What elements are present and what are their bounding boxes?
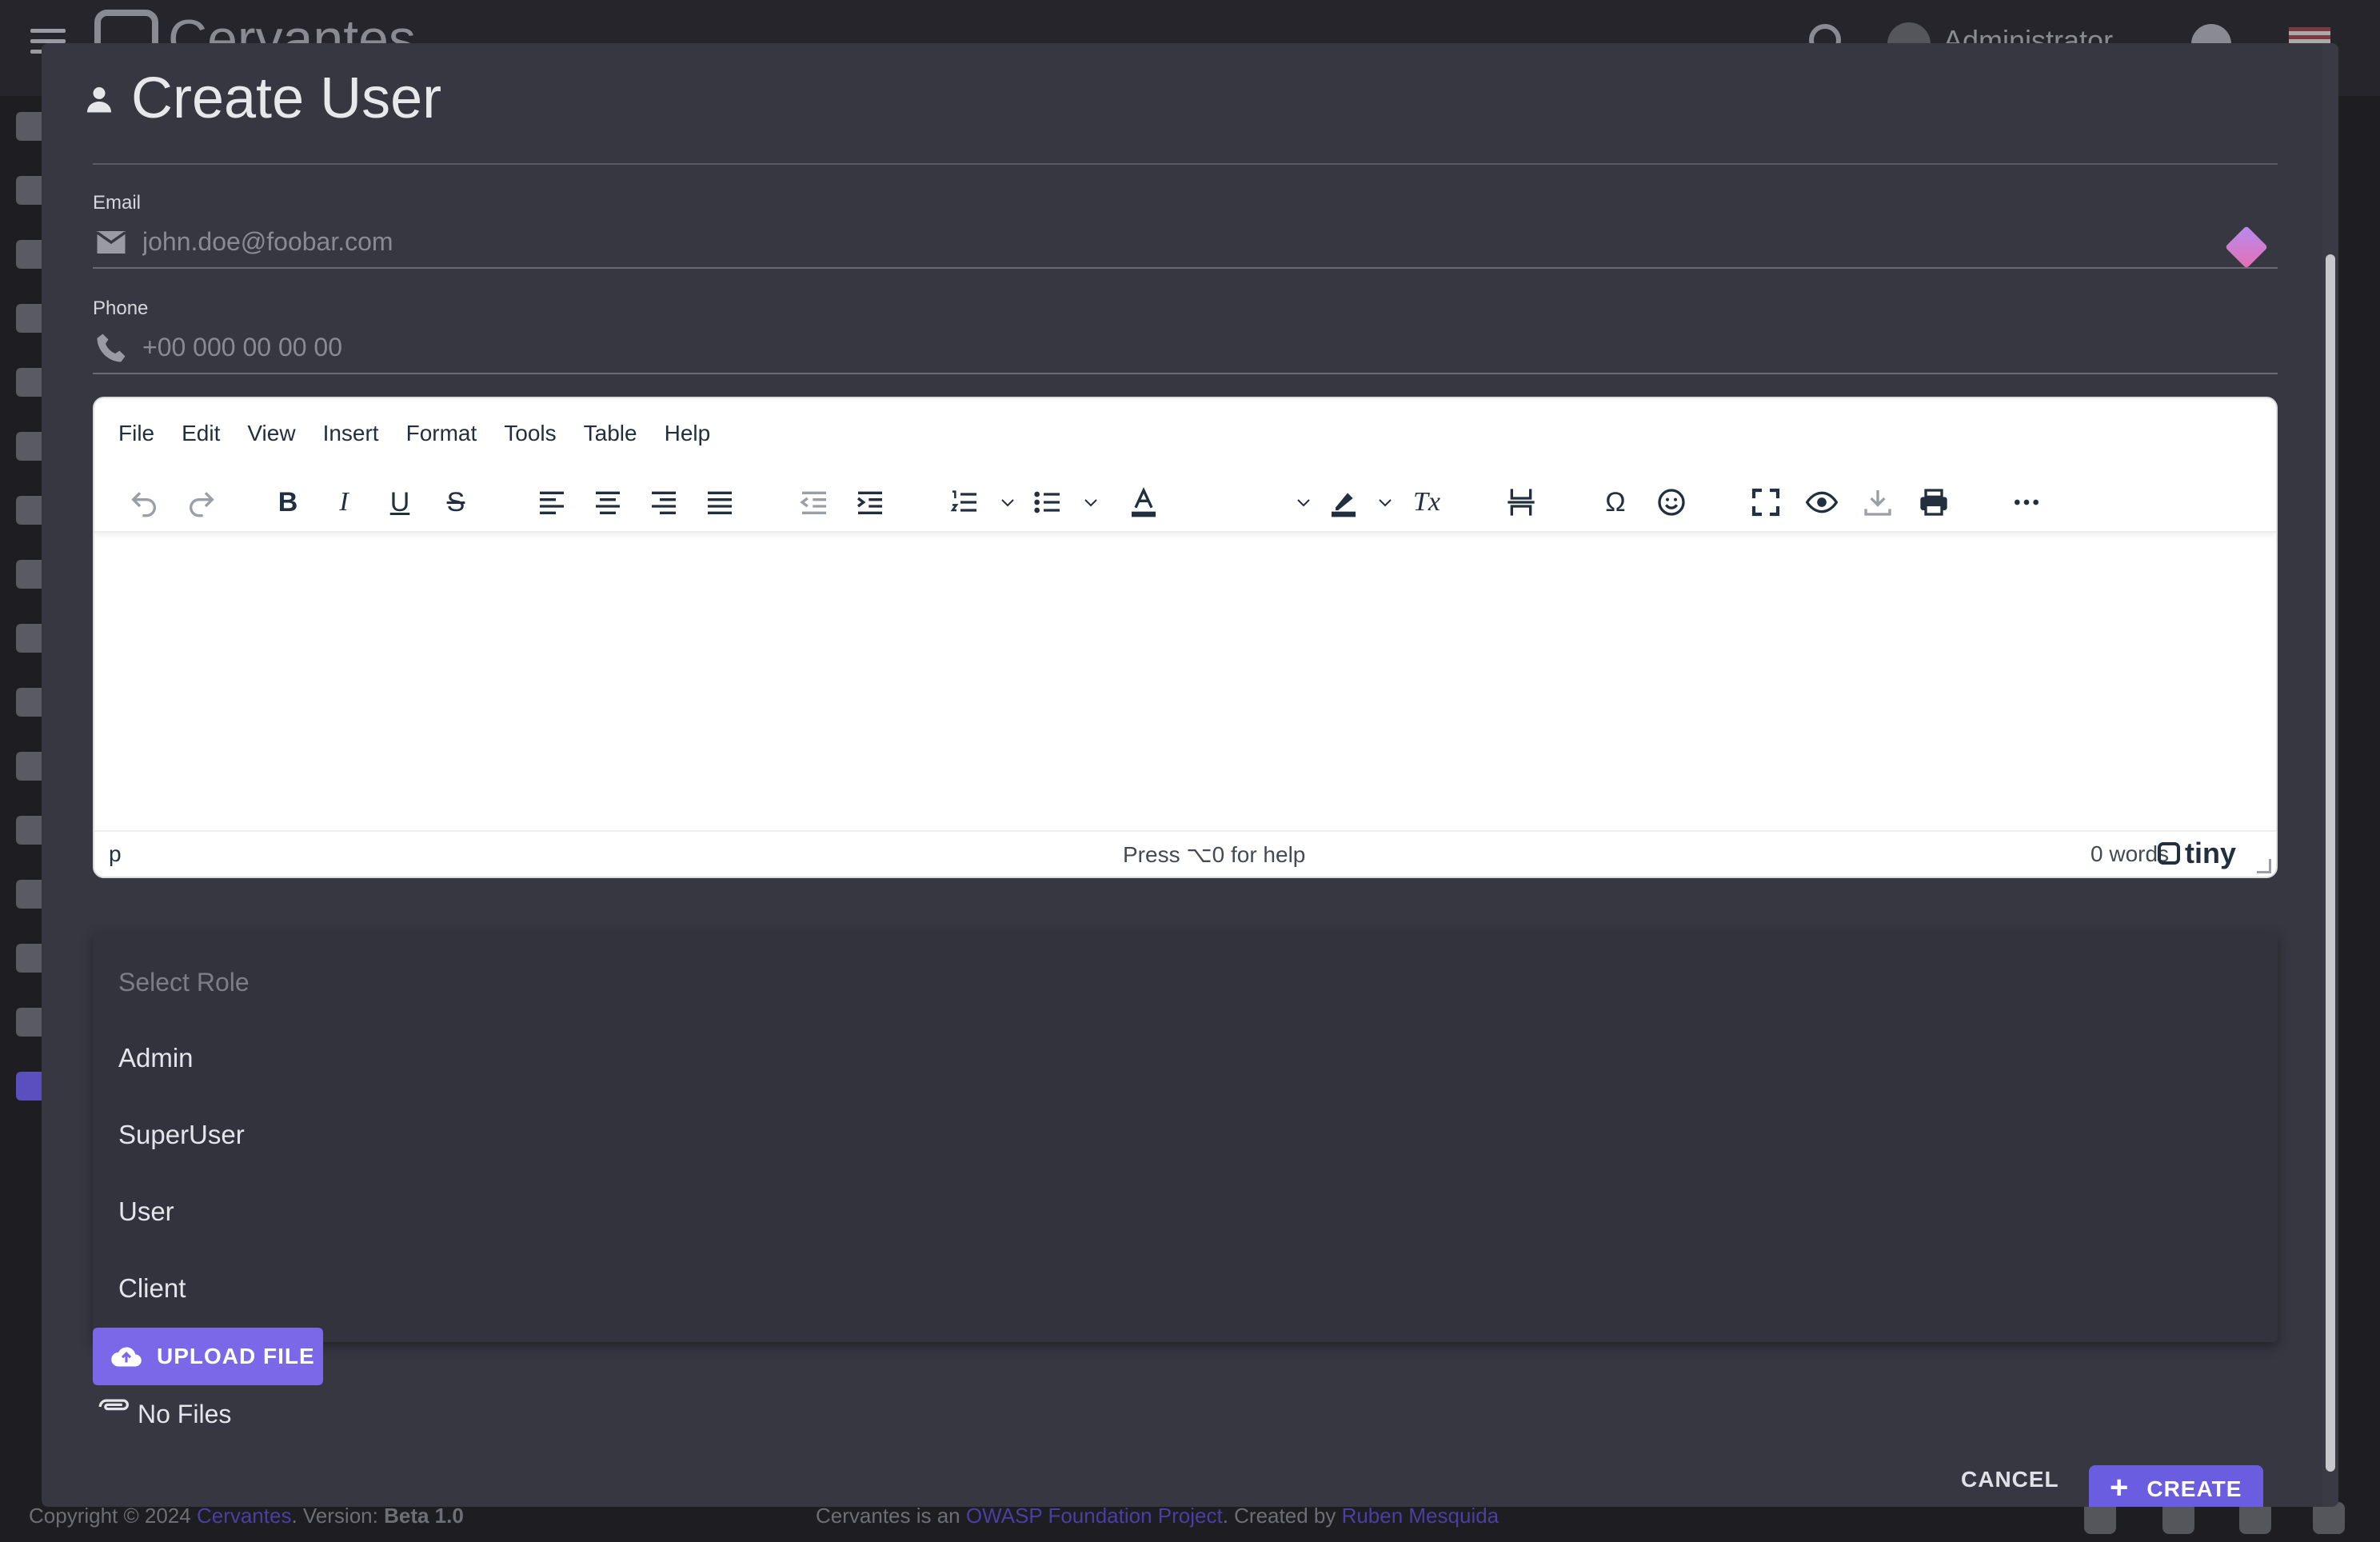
chevron-down-icon[interactable]	[1376, 493, 1395, 512]
create-button[interactable]: + CREATE	[2089, 1465, 2263, 1507]
owasp-link[interactable]: OWASP Foundation Project	[966, 1504, 1223, 1528]
cloud-upload-icon	[111, 1347, 142, 1367]
menu-insert[interactable]: Insert	[323, 421, 379, 453]
element-path[interactable]: p	[109, 841, 122, 867]
brand-link[interactable]: Cervantes	[197, 1504, 292, 1528]
numbered-list-icon[interactable]	[947, 485, 982, 520]
highlight-color-icon[interactable]	[1326, 485, 1361, 520]
tiny-logo-icon	[2158, 842, 2180, 865]
emoji-icon[interactable]	[1654, 485, 1689, 520]
role-option-admin[interactable]: Admin	[118, 1043, 194, 1073]
bullet-list-icon[interactable]	[1030, 485, 1065, 520]
undo-icon[interactable]	[126, 485, 162, 520]
menu-table[interactable]: Table	[584, 421, 637, 453]
docs-icon[interactable]	[2239, 1502, 2271, 1534]
chevron-down-icon[interactable]	[998, 493, 1017, 512]
fullscreen-icon[interactable]	[1748, 485, 1783, 520]
print-icon[interactable]	[1916, 485, 1951, 520]
files-status: No Files	[138, 1400, 232, 1428]
editor-statusbar: p Press ⌥0 for help 0 words tiny	[94, 830, 2276, 877]
editor-toolbar: B I U S Tx Ω	[94, 472, 2276, 533]
footer-copyright: Copyright © 2024 Cervantes. Version: Bet…	[29, 1504, 464, 1528]
chevron-down-icon[interactable]	[1081, 493, 1100, 512]
role-placeholder[interactable]: Select Role	[118, 968, 250, 997]
phone-input[interactable]	[93, 322, 2278, 374]
created-by: . Created by	[1222, 1504, 1342, 1528]
outdent-icon[interactable]	[797, 485, 832, 520]
menu-help[interactable]: Help	[665, 421, 711, 453]
role-option-user[interactable]: User	[118, 1196, 174, 1227]
email-label: Email	[93, 192, 142, 214]
resize-handle-icon[interactable]	[2257, 859, 2271, 873]
align-center-icon[interactable]	[590, 485, 625, 520]
chevron-down-icon[interactable]	[1294, 493, 1313, 512]
menu-tools[interactable]: Tools	[504, 421, 556, 453]
underline-icon[interactable]: U	[382, 485, 417, 520]
plus-icon: +	[2110, 1470, 2130, 1505]
menu-file[interactable]: File	[118, 421, 154, 453]
title-divider	[93, 163, 2278, 165]
more-icon[interactable]	[2009, 485, 2044, 520]
dialog-title: Create User	[131, 66, 442, 130]
upload-file-button[interactable]: UPLOAD FILE	[93, 1328, 323, 1385]
github-icon[interactable]	[2313, 1502, 2345, 1534]
strikethrough-icon[interactable]: S	[438, 485, 473, 520]
menu-edit[interactable]: Edit	[182, 421, 220, 453]
align-left-icon[interactable]	[534, 485, 569, 520]
upload-file-label: UPLOAD FILE	[157, 1344, 315, 1368]
role-select-menu: Select Role Admin SuperUser User Client	[93, 931, 2278, 1342]
project-prefix: Cervantes is an	[816, 1504, 966, 1528]
align-right-icon[interactable]	[646, 485, 681, 520]
editor-menubar: File Edit View Insert Format Tools Table…	[118, 421, 737, 453]
cancel-button[interactable]: CANCEL	[1961, 1467, 2059, 1492]
scrollbar-thumb[interactable]	[2326, 254, 2335, 1472]
person-icon	[87, 87, 111, 113]
menu-view[interactable]: View	[247, 421, 295, 453]
redo-icon[interactable]	[184, 485, 219, 520]
email-field-group: Email	[93, 192, 2278, 288]
footer: Copyright © 2024 Cervantes. Version: Bet…	[0, 1502, 2380, 1542]
copyright-text: Copyright © 2024	[29, 1504, 197, 1528]
tiny-brand-text: tiny	[2185, 837, 2237, 869]
menu-format[interactable]: Format	[406, 421, 477, 453]
side-nav	[0, 96, 48, 1504]
dialog-header: Create User	[42, 43, 2338, 163]
author-link[interactable]: Ruben Mesquida	[1342, 1504, 1499, 1528]
tiny-brand[interactable]: tiny	[2158, 837, 2236, 870]
role-option-client[interactable]: Client	[118, 1273, 186, 1304]
editor-content-area[interactable]	[94, 536, 2276, 830]
phone-field-group: Phone	[93, 298, 2278, 393]
indent-icon[interactable]	[853, 485, 888, 520]
text-color-icon[interactable]	[1126, 485, 1161, 520]
rich-text-editor: File Edit View Insert Format Tools Table…	[93, 397, 2278, 878]
phone-label: Phone	[93, 298, 149, 319]
create-user-dialog: Create User Email Phone File Edit View I…	[42, 43, 2338, 1507]
role-option-superuser[interactable]: SuperUser	[118, 1120, 245, 1150]
clear-formatting-icon[interactable]: Tx	[1409, 485, 1444, 520]
bold-icon[interactable]: B	[270, 485, 305, 520]
footer-project: Cervantes is an OWASP Foundation Project…	[816, 1504, 1499, 1528]
discord-icon[interactable]	[2162, 1502, 2194, 1534]
align-justify-icon[interactable]	[702, 485, 737, 520]
italic-icon[interactable]: I	[326, 485, 361, 520]
page-break-icon[interactable]	[1503, 485, 1539, 520]
save-download-icon[interactable]	[1860, 485, 1895, 520]
email-input[interactable]	[93, 216, 2278, 269]
help-hint: Press ⌥0 for help	[1123, 842, 1306, 867]
create-label: CREATE	[2146, 1476, 2242, 1501]
version-value: Beta 1.0	[384, 1504, 464, 1528]
special-character-icon[interactable]: Ω	[1598, 485, 1633, 520]
dialog-scrollbar[interactable]	[2322, 43, 2338, 1507]
preview-eye-icon[interactable]	[1804, 485, 1839, 520]
attachment-icon	[98, 1399, 129, 1411]
version-label: . Version:	[291, 1504, 385, 1528]
twitter-icon[interactable]	[2084, 1502, 2116, 1534]
